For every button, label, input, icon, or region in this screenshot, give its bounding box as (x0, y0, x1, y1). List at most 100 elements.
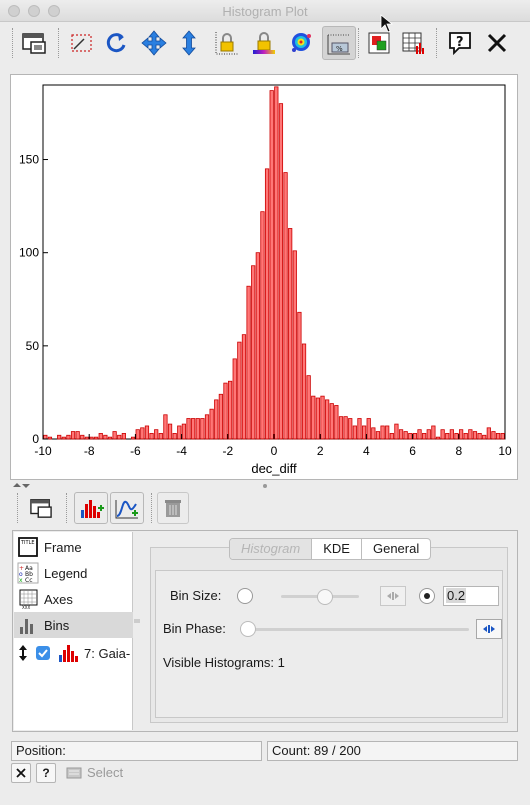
histogram-bar (274, 86, 279, 440)
histogram-bar (449, 429, 454, 440)
pan-icon[interactable] (137, 26, 171, 60)
weighting-icon[interactable]: % (322, 26, 356, 60)
control-list-item-legend[interactable]: + Aa o Bb x Cc Legend (14, 560, 133, 586)
tab-kde[interactable]: KDE (311, 539, 361, 559)
x-tick-label: 0 (271, 444, 278, 458)
histogram-bar (61, 436, 66, 440)
frame-icon: TITLE (18, 537, 38, 557)
histogram-bar (348, 418, 353, 440)
legend-icon: + Aao Bbx Cc (17, 562, 39, 584)
histogram-bar (191, 418, 196, 440)
histogram-bar (112, 431, 117, 440)
histogram-chart[interactable]: -10 -8 -6 -4 -2 0 2 4 6 8 10050100150 dec_diff (11, 75, 517, 479)
replot-icon[interactable] (100, 26, 134, 60)
control-list-label: Frame (44, 539, 82, 555)
histogram-bar (98, 433, 103, 440)
histogram-bar (130, 436, 136, 440)
histogram-bar (283, 172, 288, 440)
panel-splitter[interactable] (0, 480, 530, 490)
histogram-bar (440, 429, 445, 440)
list-scrollbar[interactable] (134, 619, 140, 623)
reset-icon (483, 625, 495, 633)
histogram-bar (361, 425, 367, 440)
mouse-cursor-icon (380, 14, 394, 33)
histogram-bar (288, 228, 293, 440)
bin-phase-slider-thumb[interactable] (240, 621, 256, 637)
histogram-bar (66, 434, 71, 440)
histogram-bar (292, 250, 297, 440)
histogram-bar (103, 434, 108, 440)
bin-size-label: Bin Size: (170, 588, 222, 603)
histogram-bar (140, 427, 145, 440)
histogram-bar (260, 211, 265, 440)
control-list-item-axes[interactable]: XXX Axes (14, 586, 133, 612)
select-button[interactable]: Select (66, 765, 123, 780)
add-kde-layer-icon[interactable] (110, 492, 144, 524)
x-tick-label: 4 (363, 444, 370, 458)
histogram-bar (181, 423, 187, 440)
add-histogram-layer-icon[interactable] (74, 492, 108, 524)
layer-label: 7: Gaia- (84, 645, 131, 661)
close-icon[interactable] (480, 26, 514, 60)
histogram-bar (158, 433, 163, 440)
histogram-bar (80, 434, 85, 440)
select-icon (66, 767, 82, 778)
histogram-bar (232, 358, 237, 440)
bin-phase-slider[interactable] (246, 628, 469, 631)
toolbar-separator (436, 28, 437, 58)
histogram-bar (278, 103, 284, 440)
help-button[interactable]: ? (36, 763, 56, 783)
svg-text:%: % (336, 45, 343, 53)
x-tick-label: 6 (409, 444, 416, 458)
bin-size-text-radio[interactable] (419, 588, 435, 604)
delete-layer-icon[interactable] (157, 492, 189, 524)
histogram-bar (209, 408, 214, 440)
float-window-icon[interactable] (25, 492, 57, 524)
export-table-icon[interactable] (397, 26, 431, 60)
clear-selection-button[interactable] (11, 763, 31, 783)
tab-histogram[interactable]: Histogram (230, 539, 312, 559)
histogram-bar (435, 436, 441, 440)
bin-phase-reset-button[interactable] (476, 619, 502, 639)
drag-handle-icon[interactable] (18, 644, 28, 662)
bin-size-input[interactable]: 0.2 (443, 586, 499, 606)
y-tick-label: 50 (26, 339, 40, 353)
histogram-bar (57, 434, 62, 440)
plot-frame[interactable]: -10 -8 -6 -4 -2 0 2 4 6 8 10 0 50 100 150 dec_diff (10, 74, 518, 480)
control-list-item-frame[interactable]: TITLE Frame (14, 534, 133, 560)
histogram-bar (500, 433, 505, 440)
histogram-bar (408, 433, 413, 440)
histogram-bar (246, 285, 251, 440)
histogram-bar (47, 436, 53, 440)
histogram-bar (163, 414, 168, 440)
histogram-bar (84, 436, 90, 440)
histogram-bar (135, 429, 140, 440)
bin-phase-label: Bin Phase: (163, 621, 226, 636)
svg-text:?: ? (456, 35, 464, 50)
histogram-bar (431, 425, 436, 440)
layer-visibility-checkbox[interactable] (36, 646, 50, 660)
y-tick-label: 100 (19, 246, 39, 260)
histogram-bar (417, 429, 422, 440)
svg-text:TITLE: TITLE (20, 540, 35, 546)
bin-size-slider-radio[interactable] (237, 588, 253, 604)
lock-aux-icon[interactable] (247, 26, 281, 60)
help-icon[interactable]: ? (443, 26, 477, 60)
histogram-bar (357, 418, 362, 440)
tab-general[interactable]: General (360, 539, 430, 559)
aux-colormap-icon[interactable] (285, 26, 319, 60)
window-icon[interactable] (17, 26, 51, 60)
histogram-bar (329, 403, 334, 440)
lock-axes-icon[interactable] (210, 26, 244, 60)
bin-size-reset-button[interactable] (380, 586, 406, 606)
histogram-bar (403, 431, 408, 440)
x-axis-label: dec_diff (251, 461, 297, 476)
histogram-bar (495, 433, 501, 440)
x-tick-label: -4 (176, 444, 187, 458)
bin-size-slider-thumb[interactable] (317, 589, 333, 605)
histogram-bar (385, 425, 390, 440)
zoom-box-icon[interactable] (65, 26, 99, 60)
layer-item-gaia[interactable]: 7: Gaia- (14, 640, 133, 666)
axis-zoom-icon[interactable] (172, 26, 206, 60)
control-list-item-bins[interactable]: Bins (14, 612, 133, 638)
